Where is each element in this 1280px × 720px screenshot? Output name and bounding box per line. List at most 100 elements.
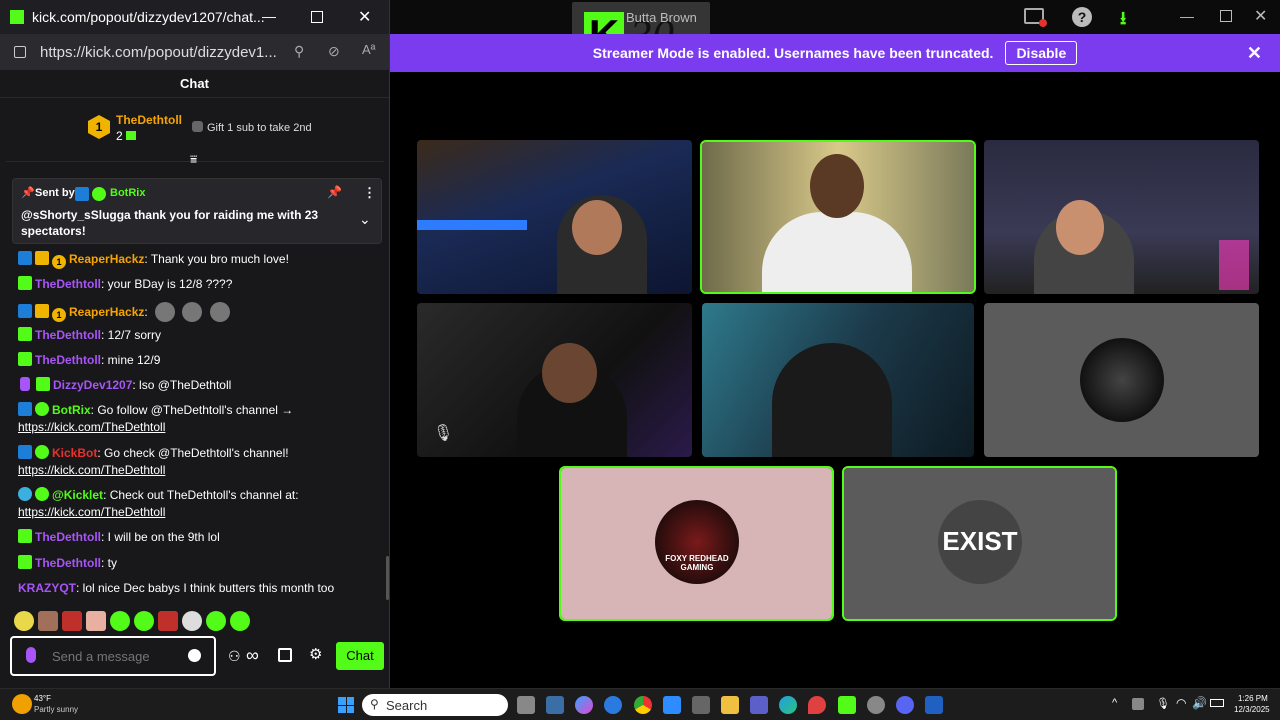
calculator-icon[interactable] xyxy=(692,696,710,714)
maximize-icon[interactable] xyxy=(1220,10,1232,22)
infinity-icon[interactable]: ∞ xyxy=(246,645,259,666)
weather-temp[interactable]: 43°F xyxy=(34,694,51,703)
read-aloud-icon[interactable]: Aª xyxy=(362,42,375,57)
streamer-tile-3[interactable] xyxy=(984,140,1259,294)
clock-date[interactable]: 12/3/2025 xyxy=(1234,705,1270,714)
chat-username[interactable]: TheDethtoll xyxy=(35,556,101,570)
chat-username[interactable]: KickBot xyxy=(52,446,97,460)
edge-icon[interactable] xyxy=(779,696,797,714)
file-explorer-icon[interactable] xyxy=(721,696,739,714)
streamer-tile-5[interactable] xyxy=(702,303,974,457)
emote-icon[interactable] xyxy=(110,611,130,631)
pin-toggle-icon[interactable]: 📌 xyxy=(327,185,342,199)
site-info-icon[interactable] xyxy=(14,46,26,58)
streamer-tile-1[interactable] xyxy=(417,140,692,294)
search-icon: ⚲ xyxy=(370,697,379,711)
kick-app-icon[interactable] xyxy=(838,696,856,714)
streamer-tile-6[interactable] xyxy=(984,303,1259,457)
wifi-icon[interactable]: ◠ xyxy=(1176,696,1186,710)
tray-mic-icon[interactable]: 🎙 xyxy=(1156,697,1170,710)
clock-time[interactable]: 1:26 PM xyxy=(1238,694,1268,703)
tracking-icon[interactable]: ⊘ xyxy=(328,43,340,60)
close-icon[interactable]: ✕ xyxy=(358,7,371,27)
download-icon[interactable]: ⭳ xyxy=(1120,6,1126,36)
emote-icon[interactable] xyxy=(158,611,178,631)
streamer-tile-4[interactable]: 🎙 xyxy=(417,303,692,457)
help-icon[interactable]: ? xyxy=(1072,7,1092,27)
chat-link[interactable]: https://kick.com/TheDethtoll xyxy=(18,463,165,477)
chat-input-box[interactable] xyxy=(10,636,216,676)
minimize-icon[interactable]: — xyxy=(262,8,276,24)
emote-icon[interactable] xyxy=(14,611,34,631)
screenshot-icon[interactable] xyxy=(1024,8,1047,27)
settings-icon[interactable] xyxy=(867,696,885,714)
chat-username[interactable]: ReaperHackz xyxy=(69,305,144,319)
widgets-icon[interactable] xyxy=(546,696,564,714)
chat-message-input[interactable] xyxy=(52,646,182,666)
tray-chevron-icon[interactable]: ^ xyxy=(1112,697,1117,709)
chat-username[interactable]: TheDethtoll xyxy=(35,530,101,544)
url-text[interactable]: https://kick.com/popout/dizzydev1... xyxy=(40,44,277,61)
chat-message: TheDethtoll: your BDay is 12/8 ???? xyxy=(18,276,381,293)
chrome-icon[interactable] xyxy=(634,696,652,714)
collapse-icon[interactable]: ⩸ xyxy=(190,152,197,167)
chat-text: : xyxy=(144,305,148,319)
banner-close-icon[interactable]: ✕ xyxy=(1247,43,1262,64)
gift-badge-icon xyxy=(18,529,32,543)
chat-username[interactable]: KRAZYQT xyxy=(18,581,76,595)
task-view-icon[interactable] xyxy=(517,696,535,714)
emote-icon[interactable] xyxy=(38,611,58,631)
battery-icon[interactable] xyxy=(1210,699,1224,707)
maximize-icon[interactable] xyxy=(311,11,323,23)
gear-icon[interactable]: ⚙ xyxy=(309,645,322,663)
chat-username[interactable]: @Kicklet xyxy=(52,488,103,502)
chat-link[interactable]: https://kick.com/TheDethtoll xyxy=(18,420,165,434)
hp-icon[interactable] xyxy=(604,696,622,714)
tray-app-icon[interactable] xyxy=(1132,698,1144,710)
start-button-icon[interactable] xyxy=(338,697,354,713)
chat-username[interactable]: TheDethtoll xyxy=(35,277,101,291)
zoom-app-icon[interactable] xyxy=(663,696,681,714)
weather-desc[interactable]: Partly sunny xyxy=(34,705,78,714)
discord-icon[interactable] xyxy=(896,696,914,714)
emote-icon[interactable] xyxy=(62,611,82,631)
chat-username[interactable]: ReaperHackz xyxy=(69,252,144,266)
chat-username[interactable]: DizzyDev1207 xyxy=(53,378,132,392)
disable-button[interactable]: Disable xyxy=(1005,41,1078,65)
chat-username[interactable]: BotRix xyxy=(52,403,91,417)
teams-icon[interactable] xyxy=(750,696,768,714)
gift-sub-hint[interactable]: Gift 1 sub to take 2nd xyxy=(192,121,312,134)
maps-icon[interactable] xyxy=(808,696,826,714)
people-icon[interactable]: ⚇ xyxy=(228,648,241,665)
more-options-icon[interactable]: ⋮ xyxy=(363,185,376,201)
emote-icon[interactable] xyxy=(86,611,106,631)
chevron-down-icon[interactable]: ⌄ xyxy=(359,211,371,228)
streamer-tile-2[interactable] xyxy=(700,140,976,294)
minimize-icon[interactable]: — xyxy=(1180,8,1194,24)
chat-scrollbar[interactable] xyxy=(386,556,389,600)
app-icon[interactable] xyxy=(925,696,943,714)
streamer-tile-7[interactable]: FOXY REDHEAD GAMING xyxy=(559,466,834,621)
chat-link[interactable]: https://kick.com/TheDethtoll xyxy=(18,505,165,519)
weather-icon[interactable] xyxy=(12,694,32,714)
emoji-icon[interactable] xyxy=(188,649,201,662)
emote-icon[interactable] xyxy=(230,611,250,631)
zoom-icon[interactable]: ⚲ xyxy=(294,43,304,60)
address-bar[interactable]: https://kick.com/popout/dizzydev1... ⚲ ⊘… xyxy=(0,34,389,70)
volume-icon[interactable]: 🔊 xyxy=(1192,696,1207,710)
emote-icon[interactable] xyxy=(134,611,154,631)
chat-username[interactable]: TheDethtoll xyxy=(35,353,101,367)
bot-badge-icon xyxy=(18,445,32,459)
emote-icon[interactable] xyxy=(182,611,202,631)
copilot-icon[interactable] xyxy=(575,696,593,714)
emote-icon[interactable] xyxy=(206,611,226,631)
pinned-sender[interactable]: BotRix xyxy=(110,187,145,199)
mic-icon[interactable] xyxy=(26,647,36,663)
store-icon[interactable] xyxy=(278,648,292,662)
close-icon[interactable]: ✕ xyxy=(1254,6,1267,26)
streamer-tile-8[interactable]: EXIST xyxy=(842,466,1117,621)
chat-username[interactable]: TheDethtoll xyxy=(35,328,101,342)
send-chat-button[interactable]: Chat xyxy=(336,642,384,670)
gifter-name[interactable]: TheDethtoll xyxy=(116,113,182,127)
taskbar-search[interactable]: ⚲ Search xyxy=(362,694,508,716)
